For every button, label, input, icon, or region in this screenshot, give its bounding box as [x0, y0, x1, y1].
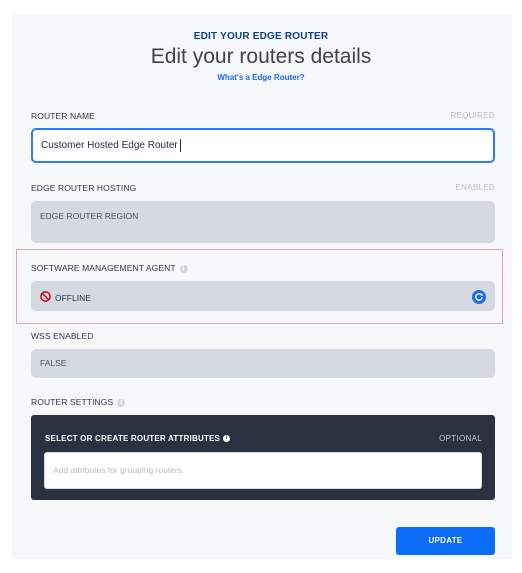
update-button[interactable]: UPDATE — [396, 527, 495, 555]
router-attributes-panel: SELECT OR CREATE ROUTER ATTRIBUTES i OPTI… — [31, 415, 495, 500]
attributes-input[interactable]: Add attributes for grouping routers — [44, 452, 482, 489]
prohibited-icon — [40, 291, 51, 302]
router-settings-info-icon[interactable]: i — [117, 398, 126, 407]
agent-status-text: OFFLINE — [55, 293, 91, 303]
whats-edge-router-link[interactable]: What's a Edge Router? — [0, 73, 522, 82]
page-eyebrow: EDIT YOUR EDGE ROUTER — [193, 31, 329, 42]
agent-status-field — [31, 281, 495, 311]
router-name-label: ROUTER NAME — [31, 111, 95, 121]
router-name-value: Customer Hosted Edge Router — [41, 140, 178, 151]
wss-value: FALSE — [40, 358, 67, 368]
hosting-field: EDGE ROUTER REGION — [31, 201, 495, 243]
hosting-value: EDGE ROUTER REGION — [40, 211, 139, 221]
attributes-title: SELECT OR CREATE ROUTER ATTRIBUTES — [45, 434, 221, 443]
agent-info-icon[interactable]: i — [179, 264, 188, 273]
text-caret — [179, 138, 181, 152]
attributes-heading: SELECT OR CREATE ROUTER ATTRIBUTES i — [45, 434, 231, 443]
wss-label: WSS ENABLED — [31, 331, 94, 341]
agent-section: SOFTWARE MANAGEMENT AGENT i — [31, 263, 188, 273]
router-settings-label: ROUTER SETTINGS — [31, 397, 114, 407]
hosting-label: EDGE ROUTER HOSTING — [31, 183, 137, 193]
router-name-input[interactable]: Customer Hosted Edge Router — [31, 128, 495, 163]
wss-field: FALSE — [31, 349, 495, 378]
attributes-info-icon[interactable]: i — [223, 435, 231, 443]
agent-label: SOFTWARE MANAGEMENT AGENT — [31, 263, 176, 273]
attributes-optional: OPTIONAL — [439, 434, 482, 443]
router-settings-section: ROUTER SETTINGS i — [31, 397, 126, 407]
page-title: Edit your routers details — [150, 45, 372, 68]
router-name-required: REQUIRED — [450, 111, 495, 120]
hosting-status: ENABLED — [455, 183, 495, 192]
refresh-icon — [475, 293, 483, 301]
refresh-button[interactable] — [472, 290, 486, 304]
